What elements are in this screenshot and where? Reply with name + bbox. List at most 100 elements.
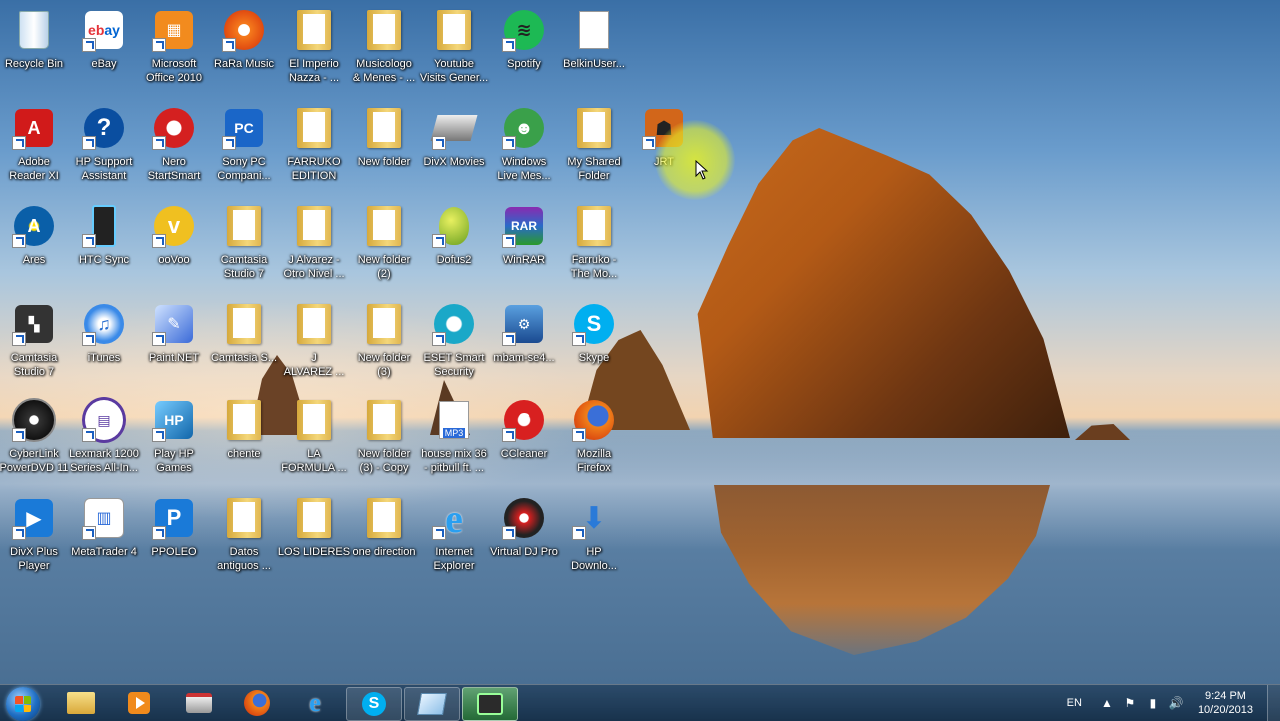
divx-player-icon: ▶ — [12, 496, 56, 540]
desktop-icon-label: J Alvarez - Otro Nivel ... — [283, 254, 345, 280]
taskbar-firefox[interactable] — [230, 687, 284, 719]
action-center-flag-icon[interactable]: ⚑ — [1123, 696, 1137, 710]
desktop-icon[interactable]: e Internet Explorer — [417, 496, 491, 573]
desktop-icon[interactable]: Camtasia Studio 7 — [207, 204, 281, 281]
desktop-icon[interactable]: ▚ Camtasia Studio 7 — [0, 302, 71, 379]
folder-icon — [292, 398, 336, 442]
desktop-icon-label: ooVoo — [158, 254, 190, 266]
mbam-icon: ⚙ — [502, 302, 546, 346]
shortcut-arrow-icon — [572, 332, 586, 346]
language-indicator[interactable]: EN — [1067, 697, 1082, 709]
network-icon[interactable]: ▮ — [1146, 696, 1160, 710]
desktop-icon-label: Play HP Games — [154, 448, 194, 474]
desktop-icon[interactable]: ▤ Lexmark 1200 Series All-In... — [67, 397, 141, 475]
desktop-icon[interactable]: ♫ iTunes — [67, 302, 141, 365]
desktop-icon-label: FARRUKO EDITION — [287, 156, 341, 182]
shortcut-arrow-icon — [502, 428, 516, 442]
itunes-icon: ♫ — [82, 302, 126, 346]
desktop-icon-label: Mozilla Firefox — [576, 448, 612, 474]
volume-icon[interactable]: 🔊 — [1168, 696, 1183, 710]
start-button[interactable] — [6, 687, 40, 721]
desktop-icon[interactable]: My Shared Folder — [557, 106, 631, 183]
virtual-dj-icon — [502, 496, 546, 540]
desktop-icon[interactable]: CyberLink PowerDVD 11 — [0, 398, 71, 475]
desktop-icon[interactable]: A Adobe Reader XI — [0, 106, 71, 183]
shortcut-arrow-icon — [152, 332, 166, 346]
desktop-icon[interactable]: BelkinUser... — [557, 8, 631, 71]
shortcut-arrow-icon — [82, 332, 96, 346]
desktop-icon[interactable]: J ALVAREZ ... — [277, 302, 351, 379]
desktop-icon[interactable]: one direction — [347, 496, 421, 559]
desktop-icon[interactable]: Recycle Bin — [0, 8, 71, 71]
desktop-icon-label: LA FORMULA ... — [281, 448, 347, 474]
desktop-icon[interactable]: MP3 house mix 36 - pitbull ft. ... — [417, 398, 491, 475]
desktop-icon[interactable]: Virtual DJ Pro — [487, 496, 561, 559]
desktop-icon[interactable]: ≋ Spotify — [487, 8, 561, 71]
shortcut-arrow-icon — [502, 332, 516, 346]
desktop-icon[interactable]: ⬇ HP Downlo... — [557, 496, 631, 573]
desktop-icon[interactable]: RAR WinRAR — [487, 204, 561, 267]
show-hidden-icons-icon[interactable]: ▲ — [1100, 696, 1114, 710]
desktop-icon[interactable]: LA FORMULA ... — [277, 398, 351, 475]
hp-games-icon: HP — [152, 398, 196, 442]
desktop-icon[interactable]: chente — [207, 398, 281, 461]
desktop-icon[interactable]: Farruko - The Mo... — [557, 204, 631, 281]
desktop-icon-label: PPOLEO — [151, 546, 197, 558]
desktop-icon[interactable]: ▦ Microsoft Office 2010 — [137, 8, 211, 85]
desktop-icon[interactable]: New folder (3) - Copy — [347, 398, 421, 475]
paintnet-icon: ✎ — [152, 302, 196, 346]
desktop-icon[interactable]: P PPOLEO — [137, 496, 211, 559]
desktop-icon[interactable]: Youtube Visits Gener... — [417, 8, 491, 85]
desktop-icon[interactable]: El Imperio Nazza - ... — [277, 8, 351, 85]
taskbar-skype[interactable]: S — [346, 687, 402, 721]
desktop-icon[interactable]: Camtasia S... — [207, 302, 281, 365]
taskbar-printer[interactable] — [172, 687, 226, 719]
desktop-icon[interactable]: LOS LIDERES — [277, 496, 351, 559]
desktop-icon[interactable]: Datos antiguos ... — [207, 496, 281, 573]
desktop-icon[interactable]: C CCleaner — [487, 398, 561, 461]
desktop-icon[interactable]: Nero StartSmart — [137, 106, 211, 183]
desktop-icon[interactable]: RaRa Music — [207, 8, 281, 71]
taskbar-windows-explorer[interactable] — [54, 687, 108, 719]
desktop-icon[interactable]: New folder (3) — [347, 302, 421, 379]
desktop-icon[interactable]: New folder (2) — [347, 204, 421, 281]
recycle-bin-icon — [12, 8, 56, 52]
desktop-icon[interactable]: Dofus2 — [417, 204, 491, 267]
desktop-icon[interactable]: eb ay eBay — [67, 8, 141, 71]
desktop-icon[interactable]: ⚙ mbam-se4... — [487, 302, 561, 365]
desktop-icon[interactable]: DivX Movies — [417, 106, 491, 169]
desktop-icon[interactable]: S Skype — [557, 302, 631, 365]
taskbar-camtasia-recorder[interactable] — [462, 687, 518, 721]
desktop-icon[interactable]: J Alvarez - Otro Nivel ... — [277, 204, 351, 281]
dofus-icon — [432, 204, 476, 248]
folder-icon — [67, 692, 95, 714]
clock[interactable]: 9:24 PM 10/20/2013 — [1198, 689, 1253, 717]
desktop-icon[interactable]: Mozilla Firefox — [557, 398, 631, 475]
desktop-icon[interactable]: ☻ Windows Live Mes... — [487, 106, 561, 183]
taskbar-media-player[interactable] — [112, 687, 166, 719]
desktop-icon[interactable]: ? HP Support Assistant — [67, 106, 141, 183]
desktop-icon[interactable]: HP Play HP Games — [137, 398, 211, 475]
desktop-icon[interactable]: ✎ Paint.NET — [137, 302, 211, 365]
desktop-icon[interactable]: New folder — [347, 106, 421, 169]
desktop-icon[interactable]: ▶ DivX Plus Player — [0, 496, 71, 573]
desktop-icon[interactable]: Musicologo & Menes - ... — [347, 8, 421, 85]
desktop-icon-label: CCleaner — [500, 448, 548, 460]
desktop-icon-label: Musicologo & Menes - ... — [352, 58, 416, 84]
desktop-icon[interactable]: HTC Sync — [67, 204, 141, 267]
printer-icon — [186, 693, 212, 713]
taskbar-window-app[interactable] — [404, 687, 460, 721]
show-desktop-button[interactable] — [1267, 685, 1280, 721]
desktop-icon[interactable]: FARRUKO EDITION — [277, 106, 351, 183]
desktop-icon[interactable]: v ooVoo — [137, 204, 211, 267]
taskbar-internet-explorer[interactable]: e — [288, 687, 342, 719]
shortcut-arrow-icon — [12, 234, 26, 248]
desktop-icon-label: mbam-se4... — [493, 352, 555, 364]
desktop-icon-label: Camtasia Studio 7 — [220, 254, 268, 280]
desktop-icon[interactable]: PC Sony PC Compani... — [207, 106, 281, 183]
desktop-icon[interactable]: ESET Smart Security — [417, 302, 491, 379]
desktop-icon[interactable]: ▥ MetaTrader 4 — [67, 496, 141, 559]
desktop-icon[interactable]: A Ares — [0, 204, 71, 267]
shortcut-arrow-icon — [152, 526, 166, 540]
desktop-icon-label: New folder (3) - Copy — [357, 448, 411, 474]
